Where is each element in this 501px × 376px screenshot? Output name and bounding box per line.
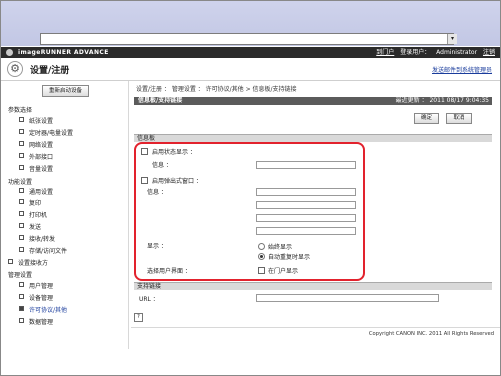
title-bar: ⚙ 设置/注册 发送邮件到系统管理员 <box>0 58 501 81</box>
status-info-field[interactable] <box>256 161 356 169</box>
breadcrumb: 设置/注册 ： 管理设置 ： 许可协议/其他 > 信息板/支持链接 <box>136 86 297 93</box>
sidebar-item-license[interactable]: 许可协议/其他 <box>19 305 67 314</box>
settings-gear-icon: ⚙ <box>7 61 23 77</box>
sidebar-item-paper[interactable]: 纸张设置 <box>19 116 53 125</box>
top-bar: imageRUNNER ADVANCE 到门户 登录用户： Administra… <box>0 47 501 58</box>
login-user-label: 登录用户： <box>400 49 431 56</box>
top-right-user-area: 到门户 登录用户： Administrator 注销 <box>372 48 495 57</box>
login-user-name: Administrator <box>436 49 478 56</box>
auto-display-label: 自动重复时显示 <box>268 254 311 261</box>
browser-chrome: ▾ <box>0 0 501 46</box>
display-label: 显示 ： <box>147 243 167 250</box>
ok-button[interactable]: 确定 <box>414 113 439 124</box>
status-display-checkbox[interactable] <box>141 148 148 155</box>
help-icon[interactable]: ? <box>134 313 143 322</box>
url-label: URL ： <box>139 296 159 303</box>
sidebar-item-network[interactable]: 网络设置 <box>19 140 53 149</box>
sidebar-divider <box>128 81 129 349</box>
page-header-title: 信息板/支持链接 <box>138 97 183 104</box>
info-board-section-title: 信息板 <box>137 135 156 142</box>
auto-display-radio[interactable] <box>258 253 265 260</box>
portal-display-label: 在门户显示 <box>268 268 299 275</box>
select-ui-label: 选择用户界面 ： <box>147 268 191 275</box>
sidebar-section-function: 功能设置 <box>8 179 33 186</box>
always-display-radio[interactable] <box>258 243 265 250</box>
address-bar[interactable] <box>40 33 454 45</box>
sidebar-item-receive[interactable]: 接收/转发 <box>19 234 55 243</box>
footer-divider <box>131 327 501 328</box>
sidebar: 重新启动设备 参数选择 纸张设置 定时器/电量设置 网络设置 外部接口 音量设置… <box>0 81 128 376</box>
url-input[interactable] <box>256 294 439 302</box>
sidebar-item-destination[interactable]: 设置接收方 <box>8 258 48 267</box>
sidebar-item-send[interactable]: 发送 <box>19 222 41 231</box>
info-label-1: 信息 ： <box>152 162 172 169</box>
last-updated: 最近更新 ： 2011 08/17 9:04:35 <box>395 97 489 104</box>
brand-name: imageRUNNER ADVANCE <box>18 49 109 56</box>
restart-device-button[interactable]: 重新启动设备 <box>42 85 89 97</box>
info-label-2: 信息 ： <box>147 189 167 196</box>
popup-info-field-1[interactable] <box>256 188 356 196</box>
popup-info-field-4[interactable] <box>256 227 356 235</box>
email-admin-link[interactable]: 发送邮件到系统管理员 <box>432 65 492 74</box>
logout-link[interactable]: 注销 <box>483 49 495 56</box>
sidebar-item-copy[interactable]: 复印 <box>19 198 41 207</box>
page-header-bar: 信息板/支持链接 最近更新 ： 2011 08/17 9:04:35 <box>134 97 492 105</box>
portal-display-checkbox[interactable] <box>258 267 265 274</box>
sidebar-item-volume[interactable]: 音量设置 <box>19 164 53 173</box>
sidebar-item-interface[interactable]: 外部接口 <box>19 152 53 161</box>
sidebar-item-data-mgmt[interactable]: 数据管理 <box>19 317 53 326</box>
sidebar-item-device-mgmt[interactable]: 设备管理 <box>19 293 53 302</box>
info-board-section-header: 信息板 <box>134 134 492 142</box>
copyright: Copyright CANON INC. 2011 All Rights Res… <box>368 331 494 337</box>
sidebar-item-timer[interactable]: 定时器/电量设置 <box>19 128 73 137</box>
popup-info-field-3[interactable] <box>256 214 356 222</box>
address-dropdown-icon[interactable]: ▾ <box>447 34 457 44</box>
sidebar-section-preferences: 参数选择 <box>8 107 33 114</box>
sidebar-item-common[interactable]: 通用设置 <box>19 187 53 196</box>
portal-link[interactable]: 到门户 <box>376 49 394 56</box>
cancel-button[interactable]: 取消 <box>446 113 472 124</box>
popup-window-label: 启用弹出式窗口 ： <box>152 178 202 185</box>
page-title: 设置/注册 <box>30 66 70 76</box>
support-link-section-header: 支持链接 <box>134 282 492 290</box>
sidebar-section-management: 管理设置 <box>8 272 33 279</box>
sidebar-item-store[interactable]: 存储/访问文件 <box>19 246 67 255</box>
sidebar-item-printer[interactable]: 打印机 <box>19 210 47 219</box>
status-display-label: 启用状态显示 ： <box>152 149 196 156</box>
sidebar-item-user-mgmt[interactable]: 用户管理 <box>19 281 53 290</box>
popup-info-field-2[interactable] <box>256 201 356 209</box>
main-content: 设置/注册 ： 管理设置 ： 许可协议/其他 > 信息板/支持链接 信息板/支持… <box>131 81 501 349</box>
canon-logo-icon <box>6 49 13 56</box>
support-link-section-title: 支持链接 <box>137 283 162 290</box>
always-display-label: 始终显示 <box>268 244 293 251</box>
popup-window-checkbox[interactable] <box>141 177 148 184</box>
